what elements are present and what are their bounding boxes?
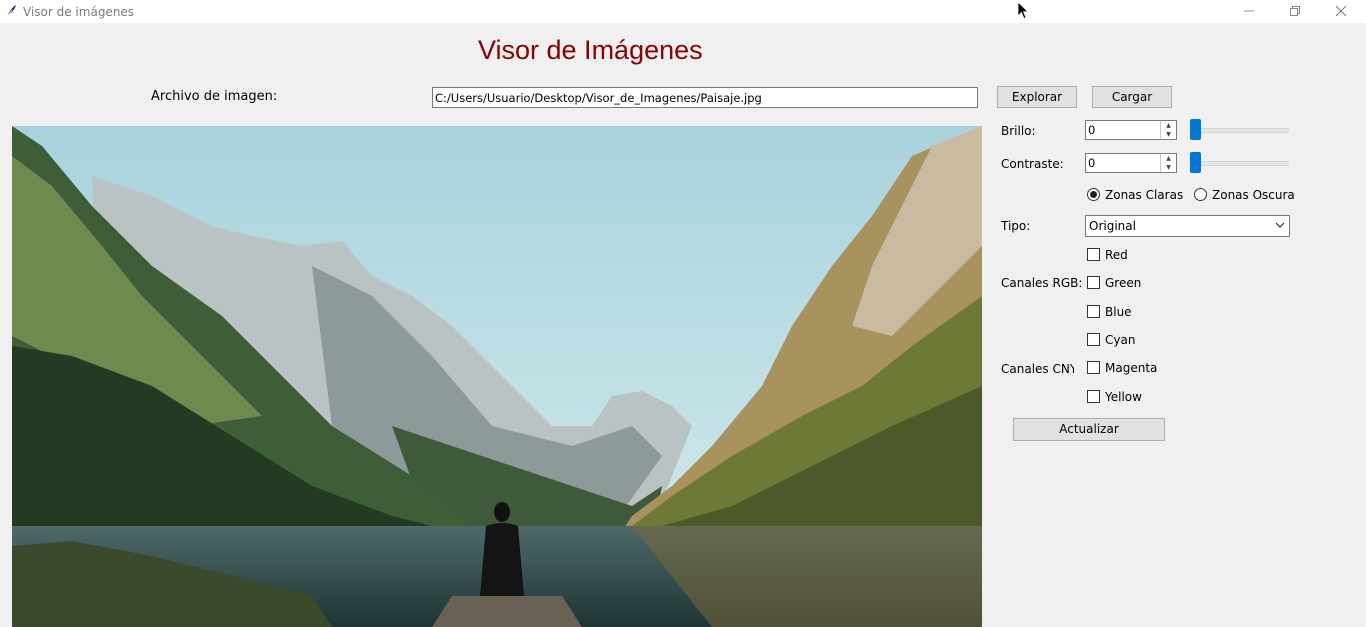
brightness-input[interactable] bbox=[1088, 122, 1160, 137]
checkbox-green[interactable] bbox=[1087, 276, 1100, 289]
radio-zonas-oscura-label[interactable]: Zonas Oscura bbox=[1212, 188, 1295, 202]
radio-zonas-oscura[interactable] bbox=[1194, 188, 1207, 201]
brightness-label: Brillo: bbox=[1001, 124, 1036, 138]
checkbox-magenta-label[interactable]: Magenta bbox=[1105, 361, 1157, 375]
close-button[interactable] bbox=[1318, 0, 1364, 23]
close-icon bbox=[1335, 5, 1347, 17]
page-title: Visor de Imágenes bbox=[478, 35, 703, 65]
person-head bbox=[494, 502, 510, 522]
type-select-value: Original bbox=[1089, 219, 1136, 233]
checkbox-blue-label[interactable]: Blue bbox=[1105, 305, 1132, 319]
chevron-down-icon bbox=[1275, 222, 1285, 228]
checkbox-yellow-label[interactable]: Yellow bbox=[1105, 390, 1142, 404]
load-button[interactable]: Cargar bbox=[1092, 86, 1172, 108]
spin-up-icon[interactable]: ▲ bbox=[1160, 154, 1176, 163]
brightness-slider-track[interactable] bbox=[1191, 128, 1289, 133]
contrast-spinbox[interactable]: ▲ ▼ bbox=[1085, 153, 1177, 173]
checkbox-cyan[interactable] bbox=[1087, 333, 1100, 346]
contrast-input[interactable] bbox=[1088, 155, 1160, 170]
title-bar bbox=[0, 0, 1366, 23]
spin-up-icon[interactable]: ▲ bbox=[1160, 121, 1176, 130]
restore-button[interactable] bbox=[1272, 0, 1318, 23]
image-canvas bbox=[12, 126, 982, 627]
radio-zonas-claras-label[interactable]: Zonas Claras bbox=[1105, 188, 1183, 202]
checkbox-yellow[interactable] bbox=[1087, 390, 1100, 403]
update-button[interactable]: Actualizar bbox=[1013, 418, 1165, 441]
type-select[interactable]: Original bbox=[1085, 215, 1290, 237]
checkbox-green-label[interactable]: Green bbox=[1105, 276, 1141, 290]
checkbox-cyan-label[interactable]: Cyan bbox=[1105, 333, 1135, 347]
checkbox-blue[interactable] bbox=[1087, 305, 1100, 318]
checkbox-red[interactable] bbox=[1087, 248, 1100, 261]
checkbox-red-label[interactable]: Red bbox=[1105, 248, 1128, 262]
minimize-icon bbox=[1244, 10, 1254, 12]
spin-down-icon[interactable]: ▼ bbox=[1160, 130, 1176, 139]
dock bbox=[432, 596, 582, 627]
feather-icon bbox=[6, 5, 16, 18]
explore-button[interactable]: Explorar bbox=[997, 86, 1077, 108]
file-path-input[interactable] bbox=[432, 87, 978, 108]
window-title: Visor de imágenes bbox=[23, 5, 135, 19]
cmyk-channels-label: Canales CNYK bbox=[1001, 362, 1074, 376]
contrast-label: Contraste: bbox=[1001, 157, 1064, 171]
brightness-slider-thumb[interactable] bbox=[1190, 119, 1201, 140]
radio-zonas-claras[interactable] bbox=[1087, 188, 1100, 201]
file-label: Archivo de imagen: bbox=[151, 89, 278, 104]
minimize-button[interactable] bbox=[1226, 0, 1272, 23]
type-label: Tipo: bbox=[1001, 219, 1031, 233]
person-body bbox=[480, 523, 524, 596]
rgb-channels-label: Canales RGB: bbox=[1001, 276, 1083, 290]
contrast-slider-thumb[interactable] bbox=[1190, 152, 1201, 173]
brightness-spinbox[interactable]: ▲ ▼ bbox=[1085, 120, 1177, 140]
spin-down-icon[interactable]: ▼ bbox=[1160, 163, 1176, 172]
contrast-slider-track[interactable] bbox=[1191, 161, 1289, 166]
mouse-cursor-icon bbox=[1017, 1, 1029, 20]
checkbox-magenta[interactable] bbox=[1087, 361, 1100, 374]
restore-icon bbox=[1290, 6, 1300, 16]
